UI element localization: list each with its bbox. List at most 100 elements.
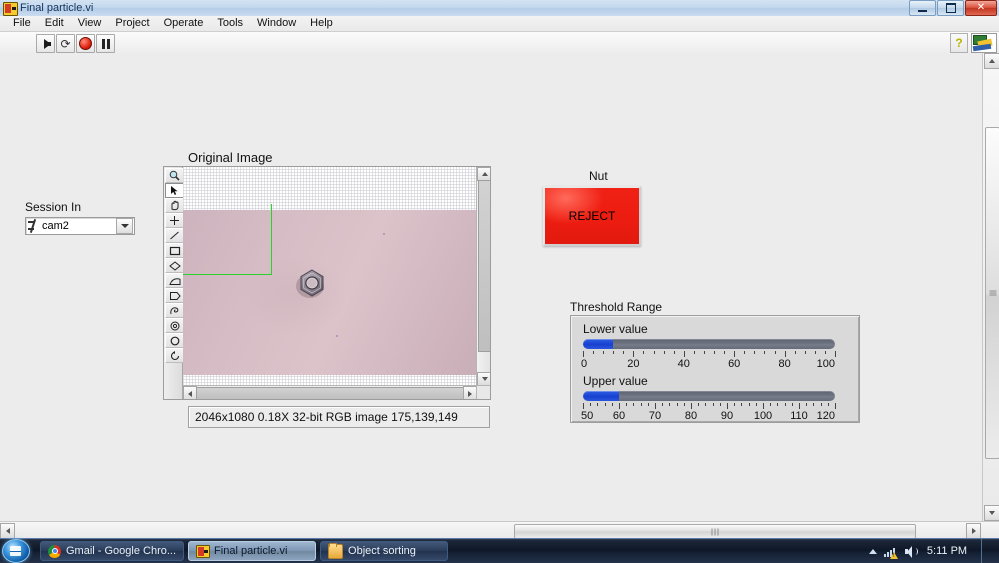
- session-in-control: Session In cam2: [25, 200, 135, 235]
- rotate-tool[interactable]: [165, 348, 184, 363]
- image-display-control[interactable]: [163, 166, 491, 400]
- labview-search-icon[interactable]: [971, 33, 997, 53]
- tick-label: 100: [753, 410, 773, 422]
- upper-value-label: Upper value: [583, 374, 648, 388]
- minimize-button[interactable]: [909, 0, 936, 16]
- menu-view[interactable]: View: [71, 16, 109, 31]
- pan-hand-tool[interactable]: [165, 198, 184, 213]
- labview-front-panel-window: Final particle.vi ✕ File Edit View Proje…: [0, 0, 999, 563]
- image-canvas[interactable]: [183, 167, 477, 386]
- network-warning-icon[interactable]: [884, 545, 898, 559]
- threshold-range-cluster: Lower value 0 20 40 60 80 100 Upper value 50 6…: [570, 315, 860, 423]
- line-tool[interactable]: [165, 228, 184, 243]
- taskbar-clock[interactable]: 5:11 PM: [924, 545, 970, 557]
- menu-operate[interactable]: Operate: [157, 16, 211, 31]
- session-in-value: cam2: [42, 220, 69, 232]
- close-button[interactable]: ✕: [965, 0, 997, 16]
- session-in-label: Session In: [25, 200, 82, 214]
- tick-label: 80: [684, 410, 698, 422]
- menu-edit[interactable]: Edit: [38, 16, 71, 31]
- lower-value-label: Lower value: [583, 322, 648, 336]
- run-continuously-button[interactable]: ⟳: [56, 34, 75, 53]
- lower-value-fill: [583, 339, 614, 349]
- vi-toolbar: ⟳ ?: [0, 32, 999, 54]
- chrome-icon: [48, 544, 61, 558]
- taskbar-item-folder[interactable]: Object sorting: [320, 541, 449, 561]
- maximize-button[interactable]: [937, 0, 964, 16]
- tick-label: 40: [677, 358, 690, 370]
- nut-indicator-label: Nut: [589, 169, 608, 183]
- tick-label: 80: [778, 358, 791, 370]
- oval-tool[interactable]: [165, 333, 184, 348]
- image-horizontal-scrollbar[interactable]: [183, 385, 477, 399]
- tick-label: 120: [816, 410, 835, 422]
- scrollbar-corner: [476, 385, 490, 399]
- menu-project[interactable]: Project: [108, 16, 156, 31]
- labview-vi-icon: [3, 1, 18, 16]
- taskbar-item-label: Object sorting: [348, 545, 416, 557]
- front-panel-canvas: Session In cam2 Original Image 2046x1080…: [0, 53, 999, 521]
- title-bar: Final particle.vi ✕: [0, 0, 999, 17]
- image-viewport[interactable]: [183, 167, 490, 399]
- image-vertical-scrollbar[interactable]: [476, 167, 490, 386]
- panel-scroll-right-button[interactable]: [966, 523, 981, 539]
- scroll-right-button[interactable]: [463, 386, 477, 399]
- window-title: Final particle.vi: [20, 2, 94, 14]
- nut-status-button[interactable]: REJECT: [543, 186, 641, 246]
- horizontal-scroll-thumb[interactable]: [196, 387, 464, 399]
- panel-scroll-left-button[interactable]: [0, 523, 15, 539]
- chevron-down-icon[interactable]: [116, 218, 133, 234]
- panel-vertical-scrollbar[interactable]: [982, 53, 999, 521]
- pause-button[interactable]: [96, 34, 115, 53]
- menu-help[interactable]: Help: [303, 16, 340, 31]
- panel-horizontal-scroll-thumb[interactable]: [514, 524, 916, 539]
- volume-icon[interactable]: [904, 545, 918, 558]
- panel-scroll-down-button[interactable]: [984, 505, 999, 521]
- image-tool-palette[interactable]: [164, 167, 184, 399]
- broken-line-tool[interactable]: [165, 288, 184, 303]
- show-hidden-icons-chevron[interactable]: [869, 548, 877, 554]
- tick-label: 90: [720, 410, 734, 422]
- point-tool[interactable]: [165, 213, 184, 228]
- upper-value-ticks: [583, 403, 836, 410]
- taskbar-item-labview[interactable]: Final particle.vi: [188, 541, 317, 561]
- vertical-scroll-thumb[interactable]: [478, 180, 490, 352]
- scroll-up-button[interactable]: [477, 167, 490, 181]
- visa-resource-combo[interactable]: cam2: [25, 217, 135, 235]
- menu-tools[interactable]: Tools: [210, 16, 250, 31]
- selection-cursor-tool[interactable]: [165, 183, 184, 198]
- tick-label: 100: [816, 358, 835, 370]
- image-info-status-bar: 2046x1080 0.18X 32-bit RGB image 175,139…: [188, 406, 490, 428]
- tick-label: 50: [581, 410, 594, 422]
- taskbar-item-chrome[interactable]: Gmail - Google Chro...: [40, 541, 185, 561]
- menu-window[interactable]: Window: [250, 16, 303, 31]
- scroll-down-button[interactable]: [477, 372, 490, 386]
- windows-start-orb[interactable]: [2, 539, 30, 563]
- abort-execution-button[interactable]: [76, 34, 95, 53]
- taskbar-items: Gmail - Google Chro... Final particle.vi…: [40, 541, 449, 561]
- show-desktop-button[interactable]: [981, 539, 991, 563]
- annulus-tool[interactable]: [165, 318, 184, 333]
- run-button[interactable]: [36, 34, 55, 53]
- threshold-range-label: Threshold Range: [570, 300, 663, 314]
- menu-bar: File Edit View Project Operate Tools Win…: [0, 16, 999, 32]
- panel-scroll-up-button[interactable]: [984, 53, 999, 69]
- upper-value-slider[interactable]: [583, 391, 835, 401]
- panel-horizontal-scrollbar[interactable]: [0, 521, 999, 539]
- lower-value-slider[interactable]: [583, 339, 835, 349]
- window-controls: ✕: [909, 0, 997, 16]
- scroll-left-button[interactable]: [183, 386, 197, 399]
- polygon-tool[interactable]: [165, 273, 184, 288]
- panel-vertical-scroll-thumb[interactable]: [985, 127, 999, 459]
- zoom-tool[interactable]: [165, 168, 184, 183]
- rotated-rectangle-tool[interactable]: [165, 258, 184, 273]
- lower-value-tick-labels: 0 20 40 60 80 100: [581, 358, 835, 372]
- context-help-button[interactable]: ?: [950, 33, 968, 53]
- visa-resource-icon: [27, 219, 40, 233]
- tick-label: 60: [612, 410, 626, 422]
- roi-overlay: [183, 204, 272, 275]
- menu-file[interactable]: File: [6, 16, 38, 31]
- scroll-grip: [711, 528, 720, 535]
- freehand-region-tool[interactable]: [165, 303, 184, 318]
- rectangle-tool[interactable]: [165, 243, 184, 258]
